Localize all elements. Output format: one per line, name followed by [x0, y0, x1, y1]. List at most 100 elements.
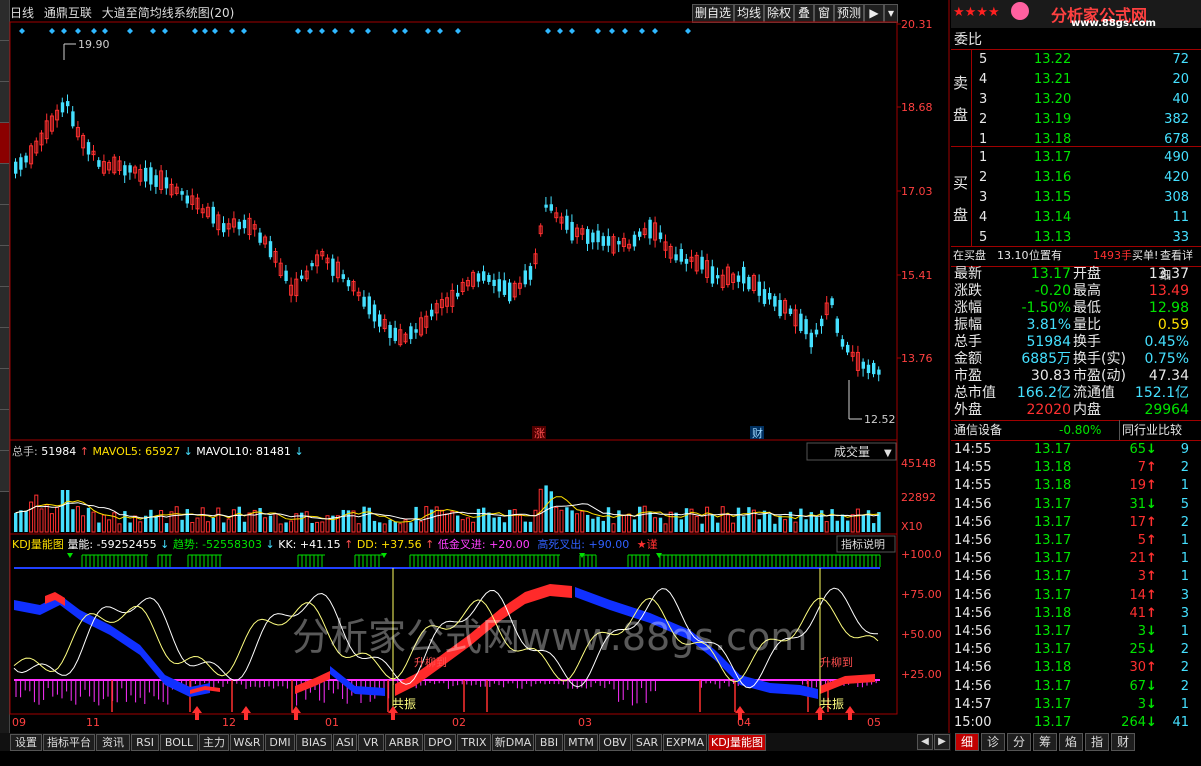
arrow-down-icon: ↓	[1146, 696, 1157, 712]
bid-row[interactable]: 2 13.16 420	[951, 168, 1201, 188]
tick-row[interactable]: 14:56 13.18 41 ↑ 3	[951, 605, 1201, 623]
panel-tab[interactable]: 诊	[981, 733, 1005, 751]
tick-row[interactable]: 14:56 13.17 3 ↓ 1	[951, 623, 1201, 641]
arrow-down-icon: ↓	[1146, 496, 1157, 512]
bid-row[interactable]: 4 13.14 11	[951, 208, 1201, 228]
volume-axis-label: 22892	[901, 491, 936, 504]
logo-url: www.88gs.com	[1071, 18, 1156, 29]
tick-row[interactable]: 14:56 13.17 5 ↑ 1	[951, 532, 1201, 550]
quote-row: 金额 6885万 换手(实) 0.75%	[954, 351, 1189, 367]
kdj-axis-label: +50.00	[901, 628, 942, 641]
tick-row[interactable]: 14:56 13.17 31 ↓ 5	[951, 496, 1201, 514]
volume-selector-label: 成交量	[834, 444, 870, 459]
indicator-tab[interactable]: SAR	[632, 734, 662, 751]
indicator-tab[interactable]: MTM	[564, 734, 598, 751]
quote-row: 市盈 30.83 市盈(动) 47.34	[954, 368, 1189, 384]
flower-logo-icon	[1011, 2, 1029, 20]
svg-text:01: 01	[325, 716, 339, 729]
arrow-up-icon: ↑	[1146, 533, 1157, 548]
arrow-down-icon: ↓	[1146, 678, 1157, 694]
tab-scroll-left-icon[interactable]: ◀	[917, 734, 933, 750]
panel-tab[interactable]: 筹	[1033, 733, 1057, 751]
bid-row[interactable]: 3 13.15 308	[951, 188, 1201, 208]
indicator-tab[interactable]: DPO	[424, 734, 456, 751]
ask-row[interactable]: 4 13.21 20	[951, 70, 1201, 90]
indicator-tab[interactable]: ARBR	[385, 734, 423, 751]
tick-row[interactable]: 14:56 13.17 14 ↑ 3	[951, 587, 1201, 605]
order-ratio-row: 委比	[954, 32, 982, 48]
indicator-tabbar: 设置 指标平台 资讯 RSI BOLL 主力 W&R DMI BIAS ASI VR ARBR DPO T…	[0, 733, 951, 751]
tick-row[interactable]: 14:55 13.17 65 ↓ 9	[951, 441, 1201, 459]
indicator-tab[interactable]: RSI	[131, 734, 159, 751]
panel-tab[interactable]: 分	[1007, 733, 1031, 751]
tick-row[interactable]: 14:56 13.17 67 ↓ 2	[951, 678, 1201, 696]
panel-tab[interactable]: 焰	[1059, 733, 1083, 751]
signal-diamonds	[19, 28, 691, 34]
arrow-up-icon: ↑	[1146, 587, 1157, 603]
kdj-info: KDJ量能图 量能: -59252455 ↓ 趋势: -52558303 ↓ K…	[12, 537, 658, 551]
price-panel-frame	[9, 21, 898, 441]
tick-row[interactable]: 14:56 13.17 3 ↑ 1	[951, 568, 1201, 586]
indicator-tab[interactable]: W&R	[230, 734, 264, 751]
kdj-axis-label: +100.0	[901, 548, 942, 561]
svg-text:12: 12	[222, 716, 236, 729]
indicator-tab[interactable]: KDJ量能图	[708, 734, 766, 751]
ask-row[interactable]: 1 13.18 678	[951, 130, 1201, 150]
tick-row[interactable]: 14:57 13.17 3 ↓ 1	[951, 696, 1201, 714]
tick-row[interactable]: 14:56 13.17 25 ↓ 2	[951, 641, 1201, 659]
order-note: 在买盘 13.10 位置有 1493手 买单! 查看详细	[951, 246, 1201, 282]
indicator-tab[interactable]: 指标平台	[43, 734, 95, 751]
industry-compare-button[interactable]: 同行业比较	[1119, 420, 1182, 440]
indicator-tab[interactable]: OBV	[599, 734, 631, 751]
ask-row[interactable]: 3 13.20 40	[951, 90, 1201, 110]
volume-unit: X10	[901, 520, 923, 533]
indicator-tab[interactable]: 资讯	[96, 734, 130, 751]
rise-label: 升柳到	[820, 655, 853, 669]
kdj-axis-label: +25.00	[901, 668, 942, 681]
price-axis-label: 20.31	[901, 18, 933, 31]
bid-row[interactable]: 1 13.17 490	[951, 148, 1201, 168]
resonance-label: 共振	[820, 697, 844, 711]
indicator-tab[interactable]: TRIX	[457, 734, 491, 751]
indicator-tab[interactable]: EXPMA	[663, 734, 707, 751]
tick-row[interactable]: 14:55 13.18 19 ↑ 1	[951, 477, 1201, 495]
tick-row[interactable]: 14:55 13.18 7 ↑ 2	[951, 459, 1201, 477]
kline-chart-area[interactable]: 20.31 18.68 17.03 15.41 13.76 19.90 12.5…	[0, 0, 951, 733]
svg-text:04: 04	[737, 716, 751, 729]
quote-row: 振幅 3.81% 量比 0.59	[954, 317, 1189, 333]
indicator-tab[interactable]: VR	[358, 734, 384, 751]
panel-tab[interactable]: 财	[1111, 733, 1135, 751]
chevron-down-icon: ▼	[884, 448, 892, 459]
ask-row[interactable]: 2 13.19 382	[951, 110, 1201, 130]
indicator-tab[interactable]: BOLL	[160, 734, 198, 751]
indicator-tab[interactable]: BBI	[535, 734, 563, 751]
svg-text:02: 02	[452, 716, 466, 729]
price-axis-label: 17.03	[901, 185, 933, 198]
quote-panel: ★★★★ 分析家公式网 www.88gs.com 委比 卖 盘 买 盘 5 13…	[951, 0, 1201, 766]
tab-scroll-right-icon[interactable]: ▶	[934, 734, 950, 750]
tick-row[interactable]: 14:56 13.17 17 ↑ 2	[951, 514, 1201, 532]
indicator-tab[interactable]: 主力	[199, 734, 229, 751]
kdj-top-bars	[67, 553, 881, 567]
tick-row[interactable]: 14:56 13.17 21 ↑ 1	[951, 550, 1201, 568]
arrow-up-icon: ↑	[1146, 514, 1157, 530]
ask-row[interactable]: 5 13.22 72	[951, 50, 1201, 70]
quote-row: 外盘 22020 内盘 29964	[954, 402, 1189, 418]
tick-row[interactable]: 14:56 13.18 30 ↑ 2	[951, 659, 1201, 677]
watermark: 分析家公式网www.88gs.com	[292, 615, 807, 659]
quote-row: 涨幅 -1.50% 最低 12.98	[954, 300, 1189, 316]
bid-row[interactable]: 5 13.13 33	[951, 228, 1201, 248]
panel-tab[interactable]: 指	[1085, 733, 1109, 751]
kdj-axis-label: +75.00	[901, 588, 942, 601]
tick-row[interactable]: 15:00 13.17 264 ↓ 41	[951, 714, 1201, 732]
indicator-tab[interactable]: ASI	[333, 734, 357, 751]
indicator-tab[interactable]: 设置	[10, 734, 42, 751]
indicator-tab[interactable]: 新DMA	[492, 734, 534, 751]
svg-text:11: 11	[86, 716, 100, 729]
resonance-label: 共振	[392, 697, 416, 711]
indicator-tab[interactable]: DMI	[265, 734, 295, 751]
arrow-up-icon: ↑	[1146, 660, 1157, 676]
svg-text:09: 09	[12, 716, 26, 729]
indicator-tab[interactable]: BIAS	[296, 734, 332, 751]
panel-tab[interactable]: 细	[955, 733, 979, 751]
